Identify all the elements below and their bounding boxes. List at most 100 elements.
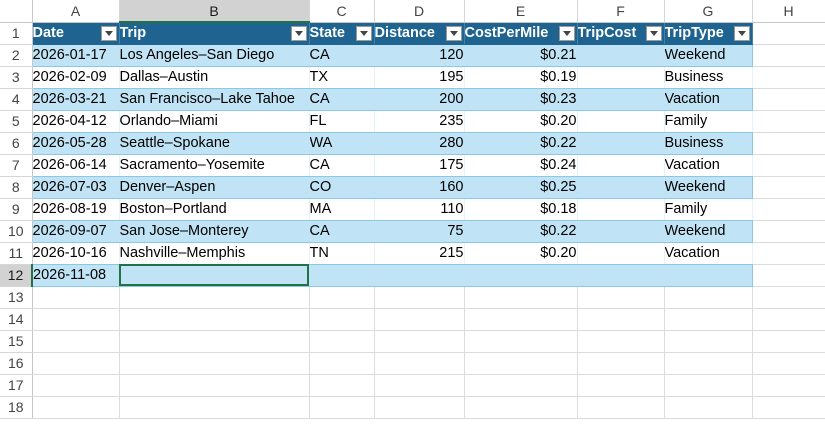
cell-state[interactable]: TX: [309, 66, 375, 89]
cell-tripcost[interactable]: [577, 176, 665, 199]
cell[interactable]: [752, 352, 825, 375]
cell-distance[interactable]: 110: [374, 198, 465, 221]
column-header-b[interactable]: B: [119, 0, 310, 23]
cell-date[interactable]: 2026-09-07: [32, 220, 120, 243]
cell[interactable]: [577, 330, 665, 353]
cell[interactable]: [752, 286, 825, 309]
cell[interactable]: [309, 286, 375, 309]
cell[interactable]: [752, 88, 825, 111]
column-header-f[interactable]: F: [577, 0, 665, 23]
row-header[interactable]: 14: [0, 308, 33, 331]
filter-dropdown-icon[interactable]: [733, 25, 750, 41]
cell[interactable]: [752, 22, 825, 45]
cell-tripcost[interactable]: [577, 220, 665, 243]
cell[interactable]: [309, 308, 375, 331]
cell-date[interactable]: 2026-10-16: [32, 242, 120, 265]
row-header[interactable]: 18: [0, 396, 33, 419]
cell-date[interactable]: 2026-01-17: [32, 44, 120, 67]
cell-state[interactable]: FL: [309, 110, 375, 133]
cell[interactable]: [374, 352, 465, 375]
column-header-c[interactable]: C: [309, 0, 375, 23]
cell-cost[interactable]: $0.20: [464, 242, 578, 265]
cell[interactable]: [577, 286, 665, 309]
cell-trip[interactable]: San Francisco–Lake Tahoe: [119, 88, 310, 111]
row-header[interactable]: 11: [0, 242, 33, 265]
cell-trip[interactable]: Denver–Aspen: [119, 176, 310, 199]
cell-state[interactable]: TN: [309, 242, 375, 265]
cell-trip[interactable]: Orlando–Miami: [119, 110, 310, 133]
cell-tripcost[interactable]: [577, 110, 665, 133]
column-header-a[interactable]: A: [32, 0, 120, 23]
cell[interactable]: [752, 374, 825, 397]
cell-distance[interactable]: 175: [374, 154, 465, 177]
cell-state[interactable]: CA: [309, 154, 375, 177]
cell-date[interactable]: 2026-08-19: [32, 198, 120, 221]
cell[interactable]: [119, 374, 310, 397]
column-header-g[interactable]: G: [664, 0, 753, 23]
cell[interactable]: [309, 352, 375, 375]
filter-dropdown-icon[interactable]: [290, 26, 307, 41]
column-header-e[interactable]: E: [464, 0, 578, 23]
cell-distance[interactable]: 195: [374, 66, 465, 89]
select-all-corner[interactable]: [0, 0, 33, 23]
cell[interactable]: [752, 176, 825, 199]
cell[interactable]: [664, 330, 753, 353]
cell[interactable]: [464, 396, 578, 419]
row-header[interactable]: 8: [0, 176, 33, 199]
filter-dropdown-icon[interactable]: [355, 25, 372, 41]
cell-date[interactable]: 2026-05-28: [32, 132, 120, 155]
cell-state[interactable]: CO: [309, 176, 375, 199]
filter-dropdown-icon[interactable]: [645, 25, 662, 41]
row-header[interactable]: 5: [0, 110, 33, 133]
cell-type[interactable]: Family: [664, 110, 753, 133]
cell-tripcost[interactable]: [577, 264, 665, 287]
cell-state[interactable]: WA: [309, 132, 375, 155]
cell-date[interactable]: 2026-04-12: [32, 110, 120, 133]
cell-state[interactable]: CA: [309, 44, 375, 67]
cell-trip[interactable]: Nashville–Memphis: [119, 242, 310, 265]
column-header-h[interactable]: H: [752, 0, 825, 23]
cell-trip[interactable]: Seattle–Spokane: [119, 132, 310, 155]
table-header-cell[interactable]: State: [309, 22, 375, 45]
cell[interactable]: [664, 352, 753, 375]
cell-type[interactable]: [664, 264, 753, 287]
cell-distance[interactable]: 160: [374, 176, 465, 199]
cell[interactable]: [752, 110, 825, 133]
cell-tripcost[interactable]: [577, 88, 665, 111]
cell[interactable]: [577, 308, 665, 331]
cell-type[interactable]: Weekend: [664, 220, 753, 243]
cell-distance[interactable]: 200: [374, 88, 465, 111]
cell-tripcost[interactable]: [577, 198, 665, 221]
cell-distance[interactable]: 215: [374, 242, 465, 265]
cell-date[interactable]: 2026-02-09: [32, 66, 120, 89]
row-header[interactable]: 6: [0, 132, 33, 155]
row-header[interactable]: 3: [0, 66, 33, 89]
row-header[interactable]: 9: [0, 198, 33, 221]
table-header-cell[interactable]: TripType: [664, 22, 753, 45]
cell-distance[interactable]: 280: [374, 132, 465, 155]
cell[interactable]: [577, 352, 665, 375]
filter-dropdown-icon[interactable]: [445, 25, 462, 41]
table-header-cell[interactable]: CostPerMile: [464, 22, 578, 45]
cell[interactable]: [32, 308, 120, 331]
filter-dropdown-icon[interactable]: [558, 25, 575, 41]
cell-type[interactable]: Business: [664, 132, 753, 155]
cell[interactable]: [752, 132, 825, 155]
filter-dropdown-icon[interactable]: [100, 25, 117, 41]
cell-state[interactable]: [309, 264, 375, 287]
cell-trip[interactable]: Sacramento–Yosemite: [119, 154, 310, 177]
row-header[interactable]: 2: [0, 44, 33, 67]
cell[interactable]: [32, 330, 120, 353]
cell[interactable]: [752, 242, 825, 265]
cell[interactable]: [119, 330, 310, 353]
row-header[interactable]: 7: [0, 154, 33, 177]
cell-cost[interactable]: $0.19: [464, 66, 578, 89]
cell[interactable]: [119, 286, 310, 309]
cell[interactable]: [664, 286, 753, 309]
cell-trip[interactable]: Boston–Portland: [119, 198, 310, 221]
cell[interactable]: [309, 396, 375, 419]
spreadsheet-grid[interactable]: ABCDEFGH 1 Date Trip State Distance CostPerMi…: [0, 0, 825, 424]
cell[interactable]: [752, 308, 825, 331]
cell-type[interactable]: Business: [664, 66, 753, 89]
cell[interactable]: [32, 286, 120, 309]
